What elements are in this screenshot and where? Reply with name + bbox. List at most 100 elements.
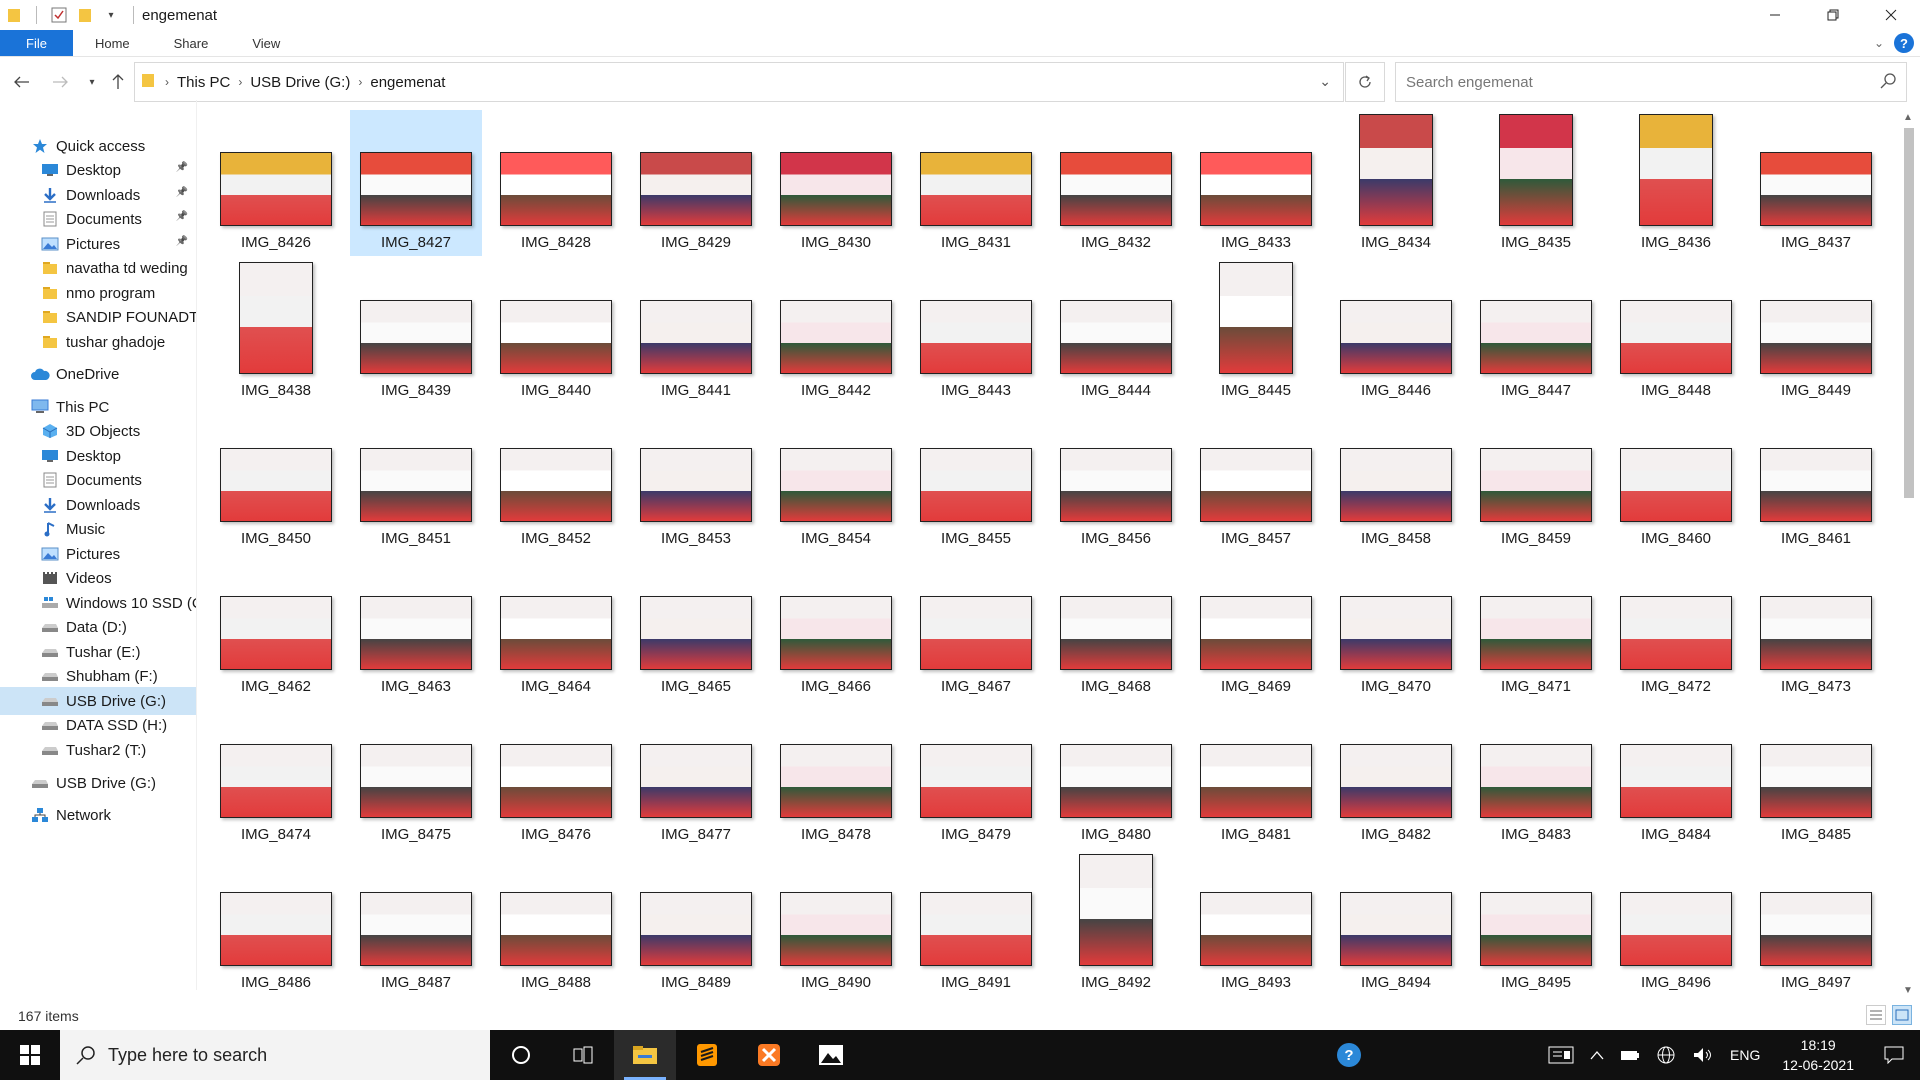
- sidebar-item-videos[interactable]: Videos: [0, 564, 196, 592]
- file-tile[interactable]: IMG_8458: [1330, 406, 1462, 552]
- file-tile[interactable]: IMG_8463: [350, 554, 482, 700]
- file-tile[interactable]: IMG_8466: [770, 554, 902, 700]
- volume-tray-item[interactable]: [1684, 1046, 1722, 1064]
- large-icons-view-icon[interactable]: [1892, 1005, 1912, 1025]
- file-tile[interactable]: IMG_8439: [350, 258, 482, 404]
- breadcrumb-separator[interactable]: ›: [358, 75, 362, 89]
- news-tray-item[interactable]: [1540, 1046, 1582, 1064]
- file-tile[interactable]: IMG_8487: [350, 850, 482, 996]
- expand-ribbon-icon[interactable]: ⌄: [1874, 36, 1884, 50]
- file-tile[interactable]: IMG_8473: [1750, 554, 1882, 700]
- new-folder-icon[interactable]: [75, 5, 95, 25]
- file-tile[interactable]: IMG_8472: [1610, 554, 1742, 700]
- help-icon[interactable]: ?: [1894, 33, 1914, 53]
- file-tile[interactable]: IMG_8481: [1190, 702, 1322, 848]
- file-tile[interactable]: IMG_8477: [630, 702, 762, 848]
- start-button[interactable]: [0, 1030, 60, 1080]
- file-tile[interactable]: IMG_8426: [210, 110, 342, 256]
- file-tile[interactable]: IMG_8482: [1330, 702, 1462, 848]
- file-tile[interactable]: IMG_8459: [1470, 406, 1602, 552]
- file-tile[interactable]: IMG_8484: [1610, 702, 1742, 848]
- file-tile[interactable]: IMG_8435: [1470, 110, 1602, 256]
- photos-taskbar-app[interactable]: [800, 1030, 862, 1080]
- customize-toolbar-icon[interactable]: ▾: [101, 5, 121, 25]
- breadcrumb-usb-drive[interactable]: USB Drive (G:): [250, 74, 350, 91]
- input-language[interactable]: ENG: [1722, 1047, 1768, 1063]
- file-tile[interactable]: IMG_8444: [1050, 258, 1182, 404]
- file-tile[interactable]: IMG_8497: [1750, 850, 1882, 996]
- tab-home[interactable]: Home: [73, 30, 152, 56]
- file-tile[interactable]: IMG_8451: [350, 406, 482, 552]
- file-tile[interactable]: IMG_8464: [490, 554, 622, 700]
- file-tile[interactable]: IMG_8443: [910, 258, 1042, 404]
- tab-share[interactable]: Share: [152, 30, 231, 56]
- file-tile[interactable]: IMG_8445: [1190, 258, 1322, 404]
- file-tile[interactable]: IMG_8441: [630, 258, 762, 404]
- file-tile[interactable]: IMG_8493: [1190, 850, 1322, 996]
- search-icon[interactable]: [1880, 73, 1896, 93]
- file-tile[interactable]: IMG_8450: [210, 406, 342, 552]
- help-tray-item[interactable]: ?: [1328, 1042, 1370, 1068]
- forward-button[interactable]: [46, 67, 74, 97]
- vertical-scrollbar[interactable]: ▲ ▼: [1900, 110, 1918, 998]
- show-hidden-icons-button[interactable]: [1582, 1050, 1612, 1060]
- sidebar-item-documents[interactable]: Documents 📌: [0, 205, 196, 233]
- file-tile[interactable]: IMG_8455: [910, 406, 1042, 552]
- file-tile[interactable]: IMG_8446: [1330, 258, 1462, 404]
- scrollbar-thumb[interactable]: [1904, 128, 1914, 498]
- file-tile[interactable]: IMG_8427: [350, 110, 482, 256]
- taskbar-search-box[interactable]: Type here to search: [60, 1030, 490, 1080]
- minimize-button[interactable]: [1746, 0, 1804, 30]
- tab-view[interactable]: View: [230, 30, 302, 56]
- file-tile[interactable]: IMG_8440: [490, 258, 622, 404]
- file-tile[interactable]: IMG_8476: [490, 702, 622, 848]
- file-tile[interactable]: IMG_8449: [1750, 258, 1882, 404]
- restore-button[interactable]: [1804, 0, 1862, 30]
- file-tile[interactable]: IMG_8467: [910, 554, 1042, 700]
- file-tile[interactable]: IMG_8492: [1050, 850, 1182, 996]
- file-tile[interactable]: IMG_8471: [1470, 554, 1602, 700]
- file-tile[interactable]: IMG_8469: [1190, 554, 1322, 700]
- sidebar-item-sandip-founadti[interactable]: SANDIP FOUNADTI(: [0, 303, 196, 331]
- properties-icon[interactable]: [49, 5, 69, 25]
- file-tile[interactable]: IMG_8490: [770, 850, 902, 996]
- sidebar-item-music[interactable]: Music: [0, 515, 196, 543]
- file-tile[interactable]: IMG_8478: [770, 702, 902, 848]
- file-tile[interactable]: IMG_8470: [1330, 554, 1462, 700]
- details-view-icon[interactable]: [1866, 1005, 1886, 1025]
- file-tile[interactable]: IMG_8453: [630, 406, 762, 552]
- scroll-up-icon[interactable]: ▲: [1903, 112, 1913, 123]
- file-tile[interactable]: IMG_8433: [1190, 110, 1322, 256]
- battery-tray-item[interactable]: [1612, 1049, 1648, 1061]
- tab-file[interactable]: File: [0, 30, 73, 56]
- file-tile[interactable]: IMG_8436: [1610, 110, 1742, 256]
- sidebar-item-data-d[interactable]: Data (D:): [0, 613, 196, 641]
- file-tile[interactable]: IMG_8447: [1470, 258, 1602, 404]
- sidebar-item-tushar2-t[interactable]: Tushar2 (T:): [0, 736, 196, 764]
- file-tile[interactable]: IMG_8474: [210, 702, 342, 848]
- file-tile[interactable]: IMG_8468: [1050, 554, 1182, 700]
- sidebar-item-usb-drive-g[interactable]: USB Drive (G:): [0, 769, 196, 797]
- file-tile[interactable]: IMG_8457: [1190, 406, 1322, 552]
- file-tile[interactable]: IMG_8480: [1050, 702, 1182, 848]
- file-explorer-taskbar-app[interactable]: [614, 1030, 676, 1080]
- sidebar-item-navatha-td-weding[interactable]: navatha td weding: [0, 254, 196, 282]
- search-input[interactable]: Search engemenat: [1395, 62, 1907, 102]
- sublime-text-taskbar-app[interactable]: [676, 1030, 738, 1080]
- breadcrumb-separator[interactable]: ›: [238, 75, 242, 89]
- sidebar-item-network[interactable]: Network: [0, 801, 196, 829]
- sidebar-item-3d-objects[interactable]: 3D Objects: [0, 417, 196, 445]
- notifications-button[interactable]: [1868, 1046, 1920, 1064]
- sidebar-item-onedrive[interactable]: OneDrive: [0, 360, 196, 388]
- clock[interactable]: 18:19 12-06-2021: [1768, 1035, 1868, 1075]
- file-tile[interactable]: IMG_8491: [910, 850, 1042, 996]
- xampp-taskbar-app[interactable]: [738, 1030, 800, 1080]
- file-tile[interactable]: IMG_8434: [1330, 110, 1462, 256]
- file-tile[interactable]: IMG_8496: [1610, 850, 1742, 996]
- file-tile[interactable]: IMG_8483: [1470, 702, 1602, 848]
- file-tile[interactable]: IMG_8448: [1610, 258, 1742, 404]
- sidebar-item-desktop[interactable]: Desktop 📌: [0, 156, 196, 184]
- file-tile[interactable]: IMG_8461: [1750, 406, 1882, 552]
- file-tile[interactable]: IMG_8465: [630, 554, 762, 700]
- file-tile[interactable]: IMG_8429: [630, 110, 762, 256]
